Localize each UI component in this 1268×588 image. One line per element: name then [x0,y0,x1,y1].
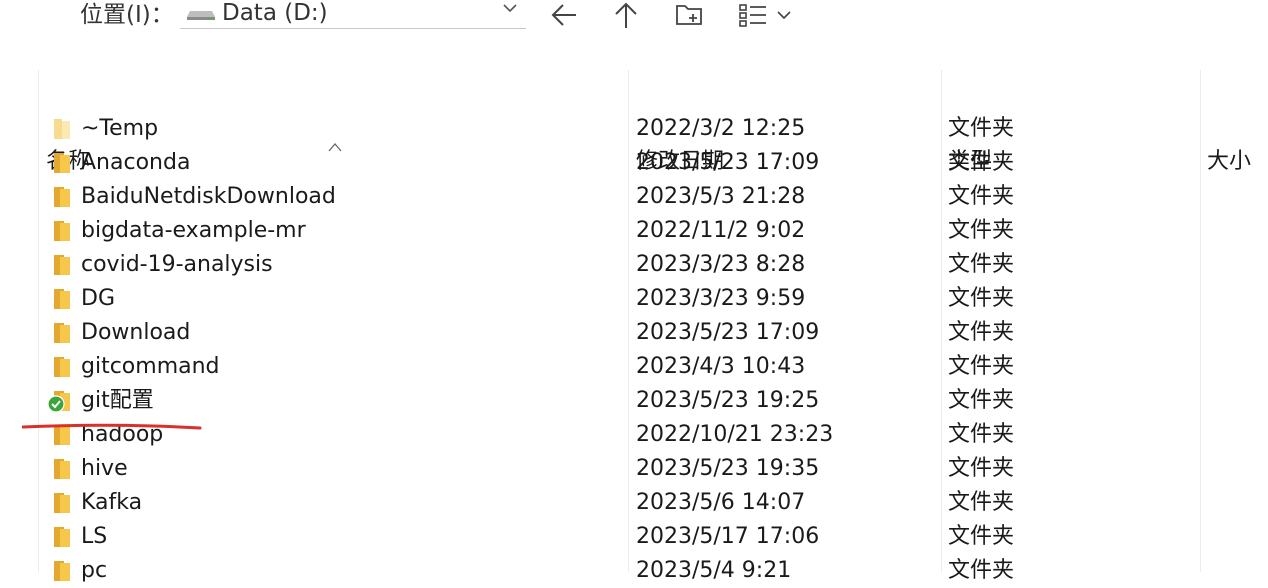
file-name: ~Temp [81,116,159,141]
location-label: 位置(I)： [80,2,174,28]
file-type: 文件夹 [948,320,1015,345]
file-type: 文件夹 [948,150,1015,175]
file-name: gitcommand [81,354,220,379]
new-folder-icon [676,5,702,25]
list-item[interactable]: BaiduNetdiskDownload 2023/5/3 21:28 文件夹 [0,180,1268,214]
new-folder-button[interactable] [672,0,706,30]
file-type: 文件夹 [948,456,1015,481]
column-header-row: 名称 修改日期 类型 大小 [0,70,1268,174]
file-type: 文件夹 [948,286,1015,311]
list-item[interactable]: pc 2023/5/4 9:21 文件夹 [0,554,1268,588]
folder-empty-icon [54,119,70,139]
file-type: 文件夹 [948,252,1015,277]
folder-icon [54,221,70,241]
drive-icon [187,11,215,20]
file-name: Kafka [81,490,143,515]
file-modified: 2022/3/2 12:25 [636,116,806,141]
annotation-underline [22,423,202,430]
file-name: Download [81,320,191,345]
file-modified: 2023/5/3 21:28 [636,184,806,209]
folder-icon [54,289,70,309]
file-name: LS [81,524,108,549]
synced-check-icon [47,391,70,413]
list-item[interactable]: bigdata-example-mr 2022/11/2 9:02 文件夹 [0,214,1268,248]
file-type: 文件夹 [948,524,1015,549]
file-name: DG [81,286,115,311]
back-arrow-icon [551,4,576,26]
view-options-button[interactable] [736,0,794,30]
location-value: Data (D:) [222,0,328,26]
file-modified: 2023/4/3 10:43 [636,354,806,379]
file-modified: 2023/5/23 19:25 [636,388,820,413]
file-modified: 2023/5/23 17:09 [636,320,820,345]
back-button[interactable] [547,0,581,30]
list-item[interactable]: ~Temp 2022/3/2 12:25 文件夹 [0,112,1268,146]
file-name: pc [81,558,108,583]
file-type: 文件夹 [948,116,1015,141]
file-name: BaiduNetdiskDownload [81,184,336,209]
list-item[interactable]: gitcommand 2023/4/3 10:43 文件夹 [0,350,1268,384]
file-type: 文件夹 [948,558,1015,583]
file-modified: 2022/10/21 23:23 [636,422,834,447]
list-item[interactable]: git配置 2023/5/23 19:25 文件夹 [0,384,1268,418]
file-type: 文件夹 [948,422,1015,447]
file-name: hive [81,456,128,481]
folder-icon [54,357,70,377]
folder-icon [54,255,70,275]
file-type: 文件夹 [948,184,1015,209]
folder-icon [54,153,70,173]
location-combobox[interactable]: Data (D:) [180,0,526,29]
chevron-down-icon[interactable] [502,0,518,18]
file-name: covid-19-analysis [81,252,273,277]
file-modified: 2023/5/23 17:09 [636,150,820,175]
file-type: 文件夹 [948,388,1015,413]
up-arrow-icon [615,2,637,28]
folder-icon [54,459,70,479]
file-type: 文件夹 [948,218,1015,243]
list-item[interactable]: DG 2023/3/23 9:59 文件夹 [0,282,1268,316]
up-button[interactable] [609,0,643,30]
folder-icon [54,323,70,343]
file-name: Anaconda [81,150,191,175]
file-modified: 2022/11/2 9:02 [636,218,806,243]
folder-icon [54,187,70,207]
file-modified: 2023/3/23 8:28 [636,252,806,277]
list-item[interactable]: covid-19-analysis 2023/3/23 8:28 文件夹 [0,248,1268,282]
file-modified: 2023/5/23 19:35 [636,456,820,481]
file-modified: 2023/5/6 14:07 [636,490,806,515]
file-type: 文件夹 [948,490,1015,515]
file-modified: 2023/3/23 9:59 [636,286,806,311]
list-item[interactable]: Anaconda 2023/5/23 17:09 文件夹 [0,146,1268,180]
list-item[interactable]: LS 2023/5/17 17:06 文件夹 [0,520,1268,554]
file-modified: 2023/5/17 17:06 [636,524,820,549]
list-item[interactable]: Kafka 2023/5/6 14:07 文件夹 [0,486,1268,520]
folder-icon [54,527,70,547]
file-type: 文件夹 [948,354,1015,379]
list-item[interactable]: hive 2023/5/23 19:35 文件夹 [0,452,1268,486]
location-toolbar: 位置(I)： Data (D:) [0,0,1268,34]
folder-icon [54,561,70,581]
list-item[interactable]: Download 2023/5/23 17:09 文件夹 [0,316,1268,350]
file-name: bigdata-example-mr [81,218,306,243]
file-name: git配置 [81,388,154,413]
view-options-icon [739,4,791,27]
folder-icon [54,493,70,513]
file-modified: 2023/5/4 9:21 [636,558,792,583]
